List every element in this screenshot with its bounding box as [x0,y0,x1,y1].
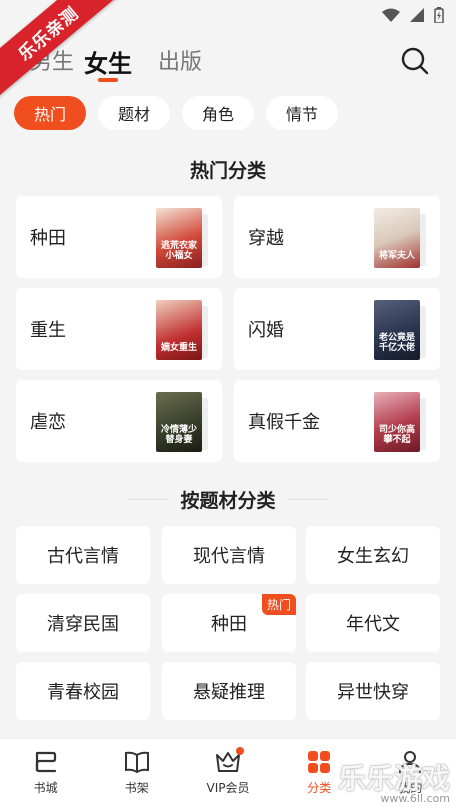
bookshelf-icon [124,751,149,774]
nav-label: 书城 [33,781,58,795]
filter-pills: 热门 题材 角色 情节 [14,96,339,130]
pill-theme[interactable]: 题材 [98,96,171,130]
search-button[interactable] [400,46,430,76]
topic-card[interactable]: 清穿民国 [16,594,150,652]
hot-card-label: 虐恋 [30,412,66,433]
hot-section-title: 热门分类 [189,160,266,182]
hot-card[interactable]: 种田 逃荒农家小福女 [16,196,222,278]
topic-card-label: 年代文 [346,614,400,635]
category-icon [308,751,331,773]
topic-card[interactable]: 异世快穿 [306,662,440,720]
nav-label: 分类 [307,781,332,795]
book-cover: 将军夫人 [374,208,420,268]
topic-card-label: 悬疑推理 [193,682,265,703]
cover-title: 司少你高攀不起 [378,425,415,446]
divider [287,499,328,500]
cover-title: 冷情薄少替身妻 [160,425,197,446]
cover-title: 将军夫人 [378,251,415,262]
topic-card-label: 古代言情 [47,546,119,567]
pill-hot[interactable]: 热门 [14,96,87,130]
hot-card-label: 种田 [30,228,66,249]
site-watermark: 乐乐游戏 www.6ll.com [337,762,450,805]
topic-card-label: 清穿民国 [47,614,119,635]
bookstore-icon [35,751,56,773]
tab-publish[interactable]: 出版 [158,44,202,76]
topic-card[interactable]: 年代文 [306,594,440,652]
topic-card[interactable]: 青春校园 [16,662,150,720]
hot-card[interactable]: 真假千金 司少你高攀不起 [234,380,440,462]
nav-label: 书架 [124,781,149,795]
hot-card-label: 真假千金 [248,412,320,433]
signal-icon [410,8,424,22]
book-cover: 老公竟是千亿大佬 [374,300,420,360]
nav-vip[interactable]: VIP会员 [182,739,273,810]
cover-title: 老公竟是千亿大佬 [378,333,415,354]
topic-section-header: 按题材分类 [0,486,456,513]
nav-bookstore[interactable]: 书城 [0,739,91,810]
topic-card-label: 种田 [211,614,247,635]
topic-card[interactable]: 古代言情 [16,526,150,584]
search-icon [401,47,429,75]
hot-badge: 热门 [261,594,296,615]
pill-plot[interactable]: 情节 [266,96,339,130]
top-navigation: 男生 女生 出版 [0,38,456,88]
topic-card-label: 青春校园 [47,682,119,703]
topic-section-title: 按题材分类 [180,490,276,512]
topic-card[interactable]: 种田 热门 [162,594,296,652]
hot-card-label: 重生 [30,320,66,341]
hot-card[interactable]: 重生 嫡女重生 [16,288,222,370]
topic-card[interactable]: 悬疑推理 [162,662,296,720]
topic-card-label: 异世快穿 [337,682,409,703]
topic-card[interactable]: 现代言情 [162,526,296,584]
pill-role[interactable]: 角色 [182,96,255,130]
wifi-icon [382,8,400,22]
topic-card[interactable]: 女生玄幻 [306,526,440,584]
book-cover: 司少你高攀不起 [374,392,420,452]
book-cover: 冷情薄少替身妻 [156,392,202,452]
nav-bookshelf[interactable]: 书架 [91,739,182,810]
topic-card-label: 女生玄幻 [337,546,409,567]
book-cover: 嫡女重生 [156,300,202,360]
hot-card[interactable]: 闪婚 老公竟是千亿大佬 [234,288,440,370]
battery-icon [434,7,444,23]
hot-card-label: 闪婚 [248,320,284,341]
hot-card[interactable]: 穿越 将军夫人 [234,196,440,278]
topic-card-label: 现代言情 [193,546,265,567]
nav-label: VIP会员 [206,781,250,795]
tab-female[interactable]: 女生 [84,44,132,79]
divider [128,499,169,500]
cover-title: 逃荒农家小福女 [160,241,197,262]
watermark-main: 乐乐游戏 [337,762,450,795]
cover-title: 嫡女重生 [160,343,197,354]
hot-card[interactable]: 虐恋 冷情薄少替身妻 [16,380,222,462]
hot-card-label: 穿越 [248,228,284,249]
book-cover: 逃荒农家小福女 [156,208,202,268]
notification-dot [235,747,244,755]
active-tab-indicator [98,78,118,82]
